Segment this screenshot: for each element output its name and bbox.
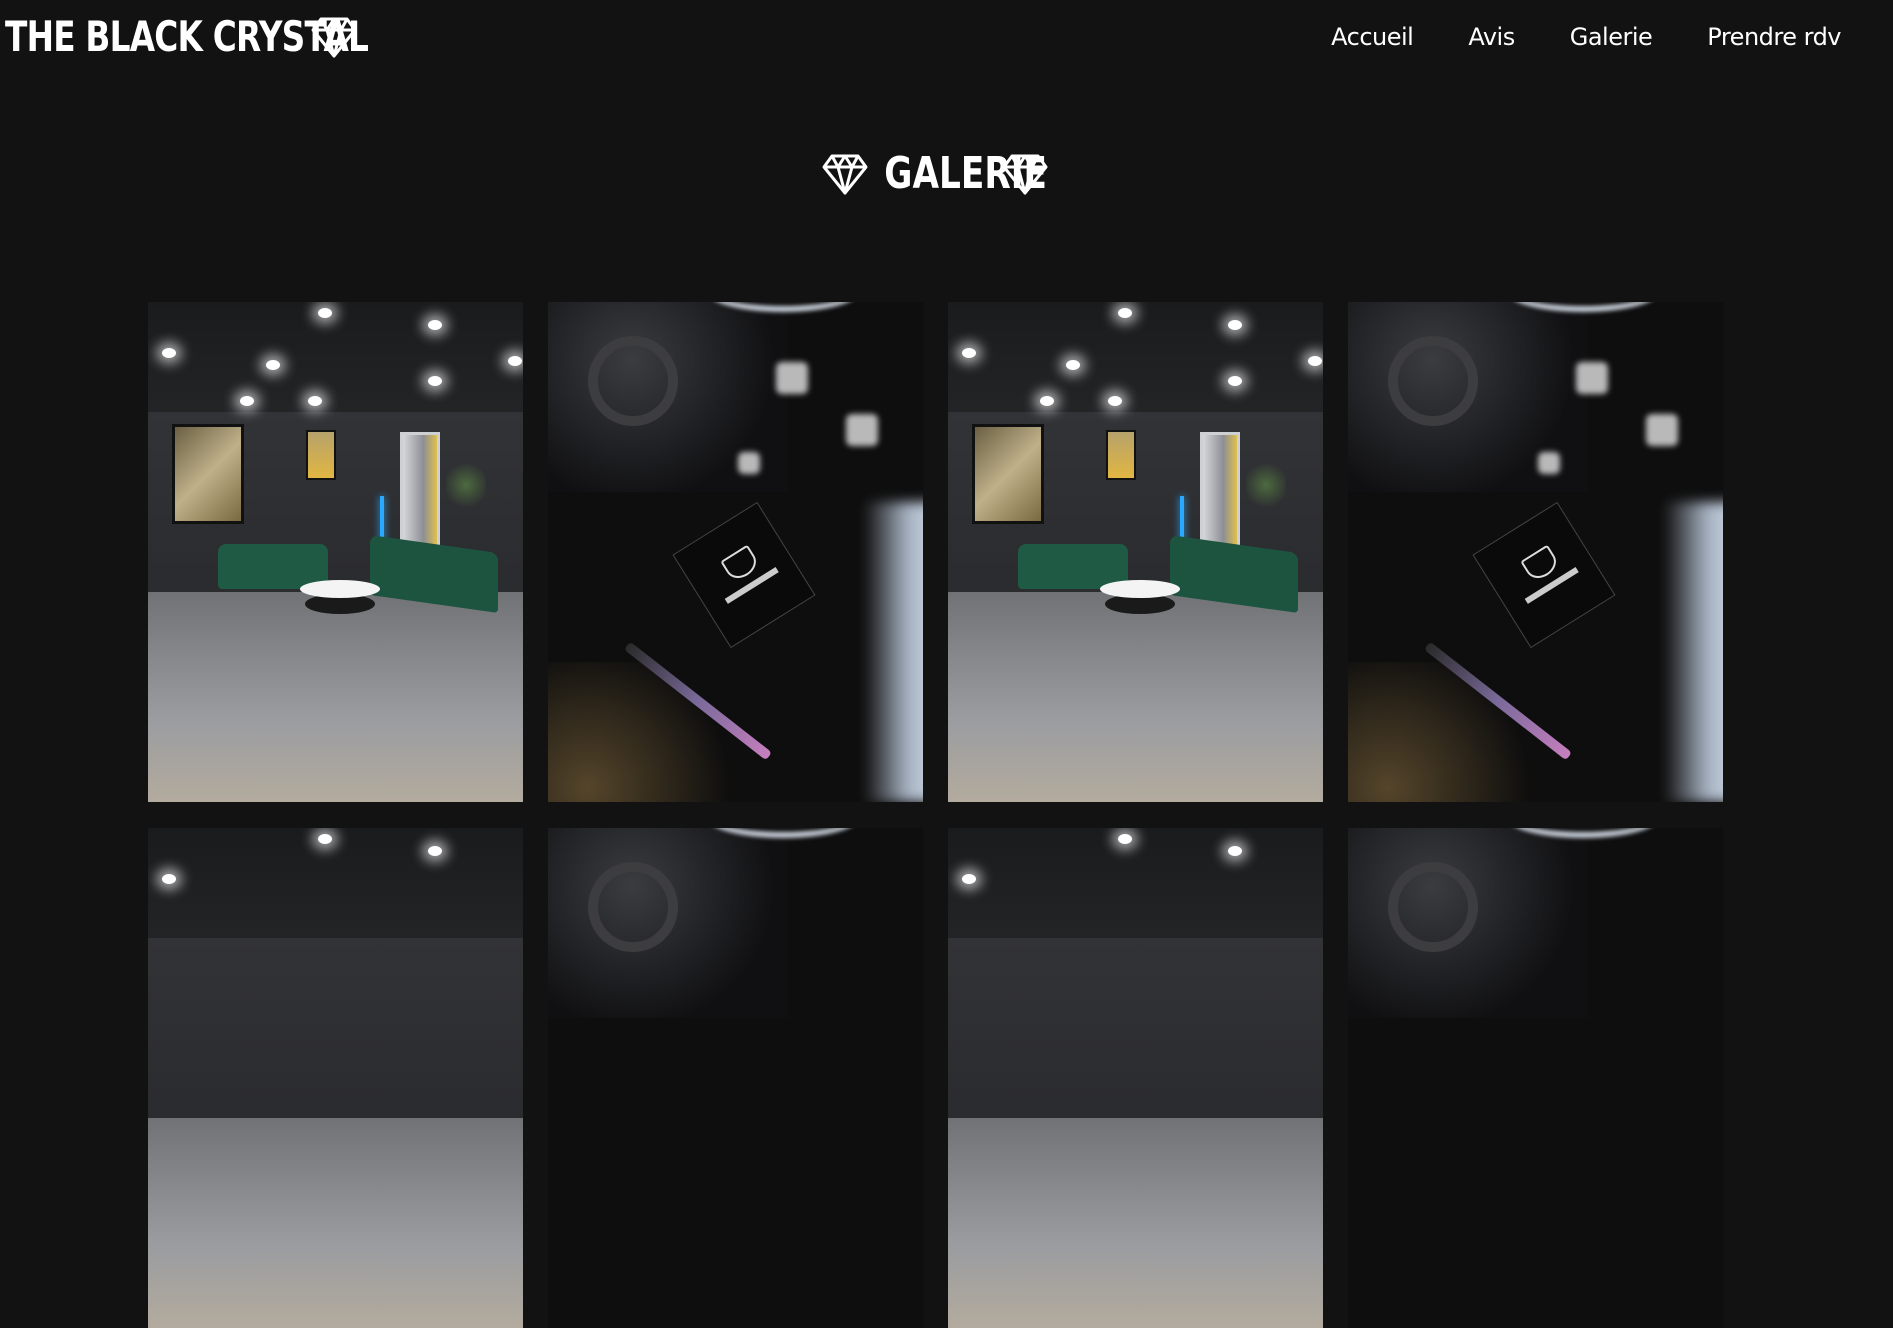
gallery-grid xyxy=(148,302,1723,1328)
gallery-image-closeup[interactable] xyxy=(1348,828,1723,1328)
gallery-image-closeup[interactable] xyxy=(1348,302,1723,802)
nav-item-accueil[interactable]: Accueil xyxy=(1331,18,1414,56)
gallery-image-closeup[interactable] xyxy=(548,302,923,802)
nav-item-avis[interactable]: Avis xyxy=(1468,18,1515,56)
site-header: THE BLACK CRYSTAL Accueil Avis Galerie P… xyxy=(0,0,1893,80)
nav-item-prendre-rdv[interactable]: Prendre rdv xyxy=(1707,18,1841,56)
nav-item-galerie[interactable]: Galerie xyxy=(1570,18,1653,56)
gallery-image-lounge[interactable] xyxy=(148,302,523,802)
gallery-image-lounge[interactable] xyxy=(948,828,1323,1328)
gallery-heading: GALERIE xyxy=(0,146,1870,202)
gallery-image-closeup[interactable] xyxy=(548,828,923,1328)
page-title: GALERIE xyxy=(884,148,1047,199)
gallery-image-lounge[interactable] xyxy=(948,302,1323,802)
gallery-image-lounge[interactable] xyxy=(148,828,523,1328)
main-nav: Accueil Avis Galerie Prendre rdv xyxy=(1331,18,1841,56)
diamond-icon xyxy=(822,152,868,196)
brand-name: THE BLACK CRYSTAL xyxy=(5,12,369,61)
brand-logo[interactable]: THE BLACK CRYSTAL xyxy=(5,10,369,64)
